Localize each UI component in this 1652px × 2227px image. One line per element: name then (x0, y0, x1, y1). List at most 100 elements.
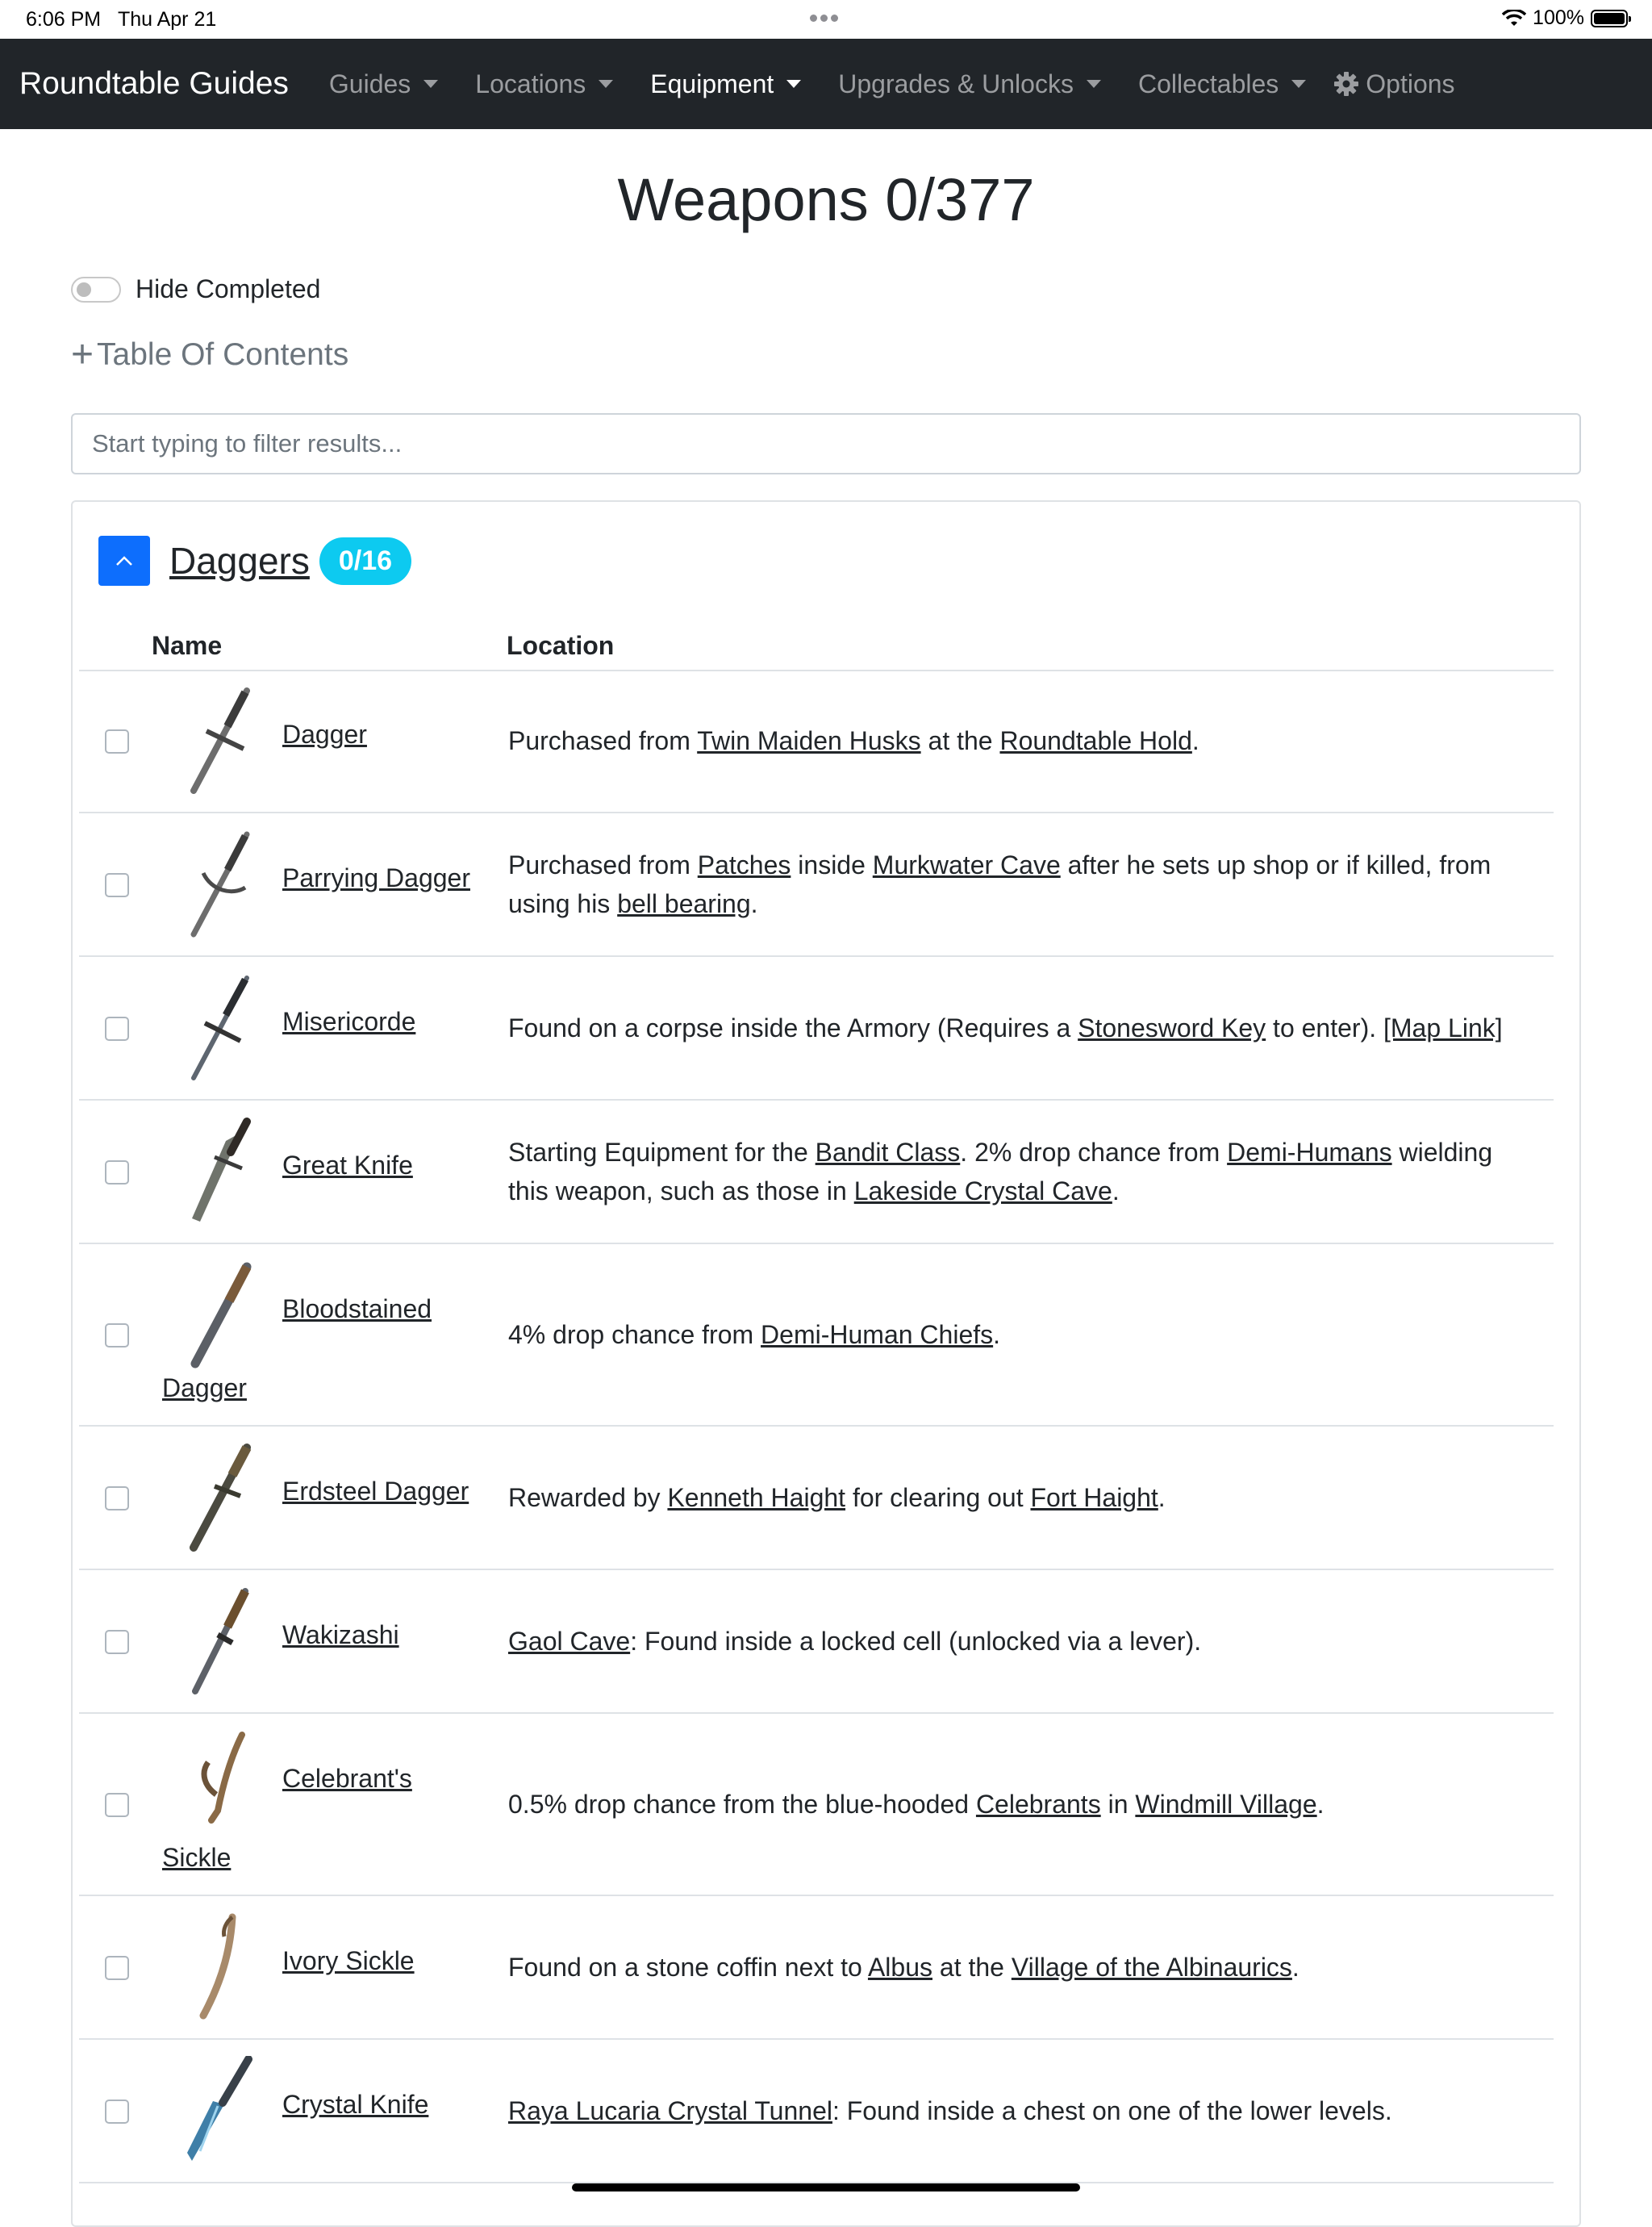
great-knife-image (192, 1118, 251, 1222)
table-row: Dagger Purchased from Twin Maiden Husks … (79, 670, 1554, 813)
table-row: Bloodstained Dagger 4% drop chance from … (79, 1244, 1554, 1427)
location-link[interactable]: Gaol Cave (508, 1627, 630, 1656)
location-link[interactable]: Kenneth Haight (667, 1483, 845, 1512)
table-row: Misericorde Found on a corpse inside the… (79, 957, 1554, 1101)
weapon-name-link[interactable]: Ivory Sickle (282, 1946, 415, 1976)
location-link[interactable]: Bandit Class (816, 1138, 961, 1167)
weapon-name-link[interactable]: Wakizashi (282, 1620, 399, 1650)
location-link[interactable]: Village of the Albinaurics (1012, 1953, 1292, 1982)
toc-label: Table Of Contents (97, 336, 349, 372)
caret-down-icon (1291, 80, 1307, 88)
multitasking-dots-icon[interactable] (808, 11, 840, 26)
location-text-fragment: Rewarded by (508, 1483, 668, 1512)
weapon-name-link[interactable]: Great Knife (282, 1151, 413, 1180)
battery-percent: 100% (1533, 6, 1584, 29)
location-link[interactable]: Murkwater Cave (873, 850, 1061, 880)
row-checkbox[interactable] (105, 2100, 129, 2124)
hide-completed-toggle[interactable] (71, 276, 121, 303)
chevron-up-icon (116, 556, 132, 566)
location-link[interactable]: Raya Lucaria Crystal Tunnel (508, 2096, 832, 2125)
row-checkbox[interactable] (105, 873, 129, 897)
location-link[interactable]: Demi-Human Chiefs (761, 1320, 993, 1349)
crystal-knife-image (187, 2056, 252, 2161)
location-text-fragment: Purchased from (508, 726, 698, 755)
row-checkbox[interactable] (105, 1956, 129, 1980)
location-link[interactable]: Stonesword Key (1078, 1013, 1266, 1042)
main-navbar: Roundtable Guides Guides Locations Equip… (0, 39, 1652, 129)
location-text-fragment: : Found inside a locked cell (unlocked v… (630, 1627, 1202, 1656)
location-text-fragment: . (1112, 1176, 1120, 1205)
location-text-fragment: at the (920, 726, 1000, 755)
row-checkbox[interactable] (105, 1793, 129, 1817)
weapon-name-link[interactable]: Parrying Dagger (282, 863, 470, 893)
location-text-fragment: in (1100, 1790, 1136, 1819)
location-text: Starting Equipment for the Bandit Class.… (508, 1133, 1533, 1210)
location-link[interactable]: Twin Maiden Husks (697, 726, 920, 755)
location-link[interactable]: Lakeside Crystal Cave (854, 1176, 1112, 1205)
status-time: 6:06 PM Thu Apr 21 (26, 8, 217, 31)
dagger-image (190, 687, 250, 794)
weapon-name-link-line1[interactable]: Bloodstained (282, 1294, 432, 1324)
brand-link[interactable]: Roundtable Guides (19, 66, 289, 102)
collapse-button[interactable] (98, 536, 150, 586)
table-of-contents-toggle[interactable]: + Table Of Contents (71, 332, 348, 377)
location-text-fragment: . (1191, 726, 1199, 755)
location-link[interactable]: Fort Haight (1031, 1483, 1158, 1512)
location-text-fragment: at the (932, 1953, 1012, 1982)
celebrants-sickle-image (201, 1732, 245, 1824)
location-text: Gaol Cave: Found inside a locked cell (u… (508, 1622, 1533, 1661)
weapon-name-link-line1[interactable]: Celebrant's (282, 1764, 412, 1794)
row-checkbox[interactable] (105, 729, 129, 754)
nav-options[interactable]: Options (1333, 69, 1455, 99)
location-text: Purchased from Twin Maiden Husks at the … (508, 721, 1533, 760)
location-link[interactable]: Demi-Humans (1227, 1138, 1391, 1167)
home-indicator[interactable] (572, 2183, 1080, 2191)
weapon-name-link-line2[interactable]: Dagger (162, 1373, 247, 1403)
hide-completed-row: Hide Completed (71, 274, 320, 304)
weapon-name-link[interactable]: Misericorde (282, 1007, 415, 1037)
caret-down-icon (423, 80, 439, 88)
section-title[interactable]: Daggers (169, 539, 310, 583)
row-checkbox[interactable] (105, 1630, 129, 1654)
location-text-fragment: Found on a stone coffin next to (508, 1953, 868, 1982)
location-text: Purchased from Patches inside Murkwater … (508, 846, 1533, 923)
location-text-fragment: . (750, 889, 758, 918)
weapon-name-link-line2[interactable]: Sickle (162, 1843, 231, 1873)
location-text: 0.5% drop chance from the blue-hooded Ce… (508, 1785, 1533, 1824)
filter-input[interactable] (71, 413, 1581, 474)
ivory-sickle-image (199, 1913, 236, 2020)
section-header: Daggers 0/16 (98, 536, 412, 586)
weapon-name-link[interactable]: Erdsteel Dagger (282, 1477, 469, 1506)
row-checkbox[interactable] (105, 1017, 129, 1041)
location-text-fragment: Found on a corpse inside the Armory (Req… (508, 1013, 1078, 1042)
gear-icon (1334, 72, 1359, 96)
location-link[interactable]: [Map Link] (1383, 1013, 1503, 1042)
wakizashi-image (192, 1588, 249, 1694)
location-link[interactable]: Albus (868, 1953, 932, 1982)
location-link[interactable]: Roundtable Hold (999, 726, 1191, 755)
weapon-name-link[interactable]: Dagger (282, 720, 367, 750)
status-right: 100% (1502, 6, 1631, 30)
table-row: Crystal Knife Raya Lucaria Crystal Tunne… (79, 2040, 1554, 2183)
progress-badge: 0/16 (319, 537, 412, 585)
location-link[interactable]: Windmill Village (1135, 1790, 1316, 1819)
table-row: Ivory Sickle Found on a stone coffin nex… (79, 1896, 1554, 2040)
location-text-fragment: 4% drop chance from (508, 1320, 761, 1349)
nav-collectables[interactable]: Collectables (1138, 69, 1307, 99)
row-checkbox[interactable] (105, 1323, 129, 1347)
bloodstained-dagger-image (190, 1262, 252, 1368)
location-link[interactable]: bell bearing (617, 889, 750, 918)
nav-guides[interactable]: Guides (329, 69, 439, 99)
weapon-name-link[interactable]: Crystal Knife (282, 2090, 428, 2120)
row-checkbox[interactable] (105, 1486, 129, 1510)
nav-equipment[interactable]: Equipment (650, 69, 802, 99)
caret-down-icon (599, 80, 614, 88)
location-text: Rewarded by Kenneth Haight for clearing … (508, 1478, 1533, 1517)
nav-upgrades-unlocks[interactable]: Upgrades & Unlocks (838, 69, 1101, 99)
caret-down-icon (1086, 80, 1101, 88)
location-link[interactable]: Patches (698, 850, 791, 880)
location-link[interactable]: Celebrants (976, 1790, 1101, 1819)
nav-locations[interactable]: Locations (475, 69, 614, 99)
row-checkbox[interactable] (105, 1160, 129, 1185)
location-text-fragment: . (1158, 1483, 1166, 1512)
